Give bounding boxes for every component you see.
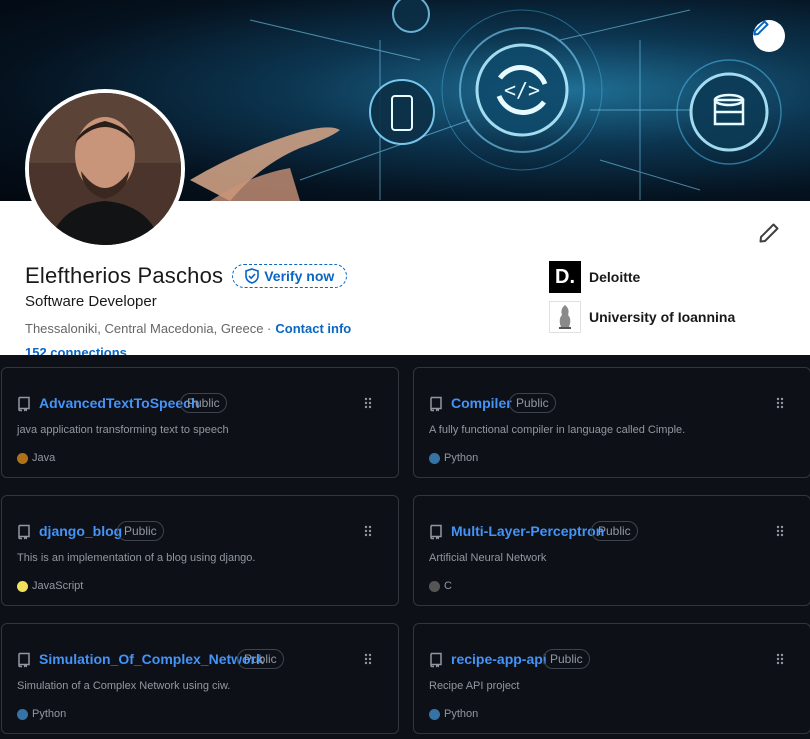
repo-description: This is an implementation of a blog usin…	[17, 552, 256, 564]
profile-headline: Software Developer	[25, 293, 157, 310]
repo-name-link[interactable]: Compiler	[451, 395, 512, 411]
location-row: Thessaloniki, Central Macedonia, Greece …	[25, 321, 351, 336]
repo-card[interactable]: AdvancedTextToSpeech Public java applica…	[1, 367, 399, 478]
repo-language: C	[429, 580, 452, 592]
deloitte-logo: D.	[549, 261, 581, 293]
language-name: JavaScript	[32, 580, 84, 592]
repo-icon	[18, 652, 30, 668]
repo-card[interactable]: Simulation_Of_Complex_Network Public Sim…	[1, 623, 399, 734]
pencil-icon	[759, 223, 779, 243]
language-name: Java	[32, 452, 56, 464]
verify-now-label: Verify now	[264, 268, 335, 284]
visibility-badge: Public	[543, 649, 590, 669]
linkedin-profile-card: </> Eleftherios Paschos Verify now Softw…	[0, 0, 810, 355]
language-color-dot	[429, 708, 440, 720]
language-name: Python	[444, 708, 479, 720]
profile-location: Thessaloniki, Central Macedonia, Greece …	[25, 321, 272, 336]
language-name: Python	[444, 452, 479, 464]
connections-link[interactable]: 152 connections	[25, 345, 127, 355]
repo-icon	[430, 652, 442, 668]
visibility-badge: Public	[180, 393, 227, 413]
repo-card[interactable]: django_blog Public This is an implementa…	[1, 495, 399, 606]
repo-name-link[interactable]: Multi-Layer-Perceptron	[451, 523, 604, 539]
repo-name-link[interactable]: Simulation_Of_Complex_Network	[39, 651, 264, 667]
language-color-dot	[429, 580, 440, 592]
visibility-badge: Public	[117, 521, 164, 541]
school-name: University of Ioannina	[589, 309, 736, 325]
avatar-photo	[29, 93, 181, 245]
repo-icon	[18, 524, 30, 540]
repo-language: Python	[17, 708, 66, 720]
drag-handle-icon[interactable]	[776, 397, 784, 409]
language-name: C	[444, 580, 452, 592]
repo-description: Artificial Neural Network	[429, 552, 547, 564]
repo-name-link[interactable]: django_blog	[39, 523, 122, 539]
repo-description: Recipe API project	[429, 680, 520, 692]
drag-handle-icon[interactable]	[364, 525, 372, 537]
repo-description: A fully functional compiler in language …	[429, 424, 686, 436]
repo-language: Python	[429, 452, 478, 464]
shield-check-icon	[245, 268, 260, 284]
visibility-badge: Public	[237, 649, 284, 669]
name-row: Eleftherios Paschos Verify now	[25, 263, 348, 289]
verify-now-button[interactable]: Verify now	[232, 264, 348, 288]
language-name: Python	[32, 708, 67, 720]
experience-item-deloitte[interactable]: D. Deloitte	[549, 261, 640, 293]
repo-card[interactable]: Compiler Public A fully functional compi…	[413, 367, 810, 478]
pencil-icon	[753, 20, 769, 36]
drag-handle-icon[interactable]	[364, 653, 372, 665]
repo-language: Python	[429, 708, 478, 720]
drag-handle-icon[interactable]	[776, 653, 784, 665]
repo-description: java application transforming text to sp…	[17, 424, 229, 436]
pinned-repositories: AdvancedTextToSpeech Public java applica…	[0, 361, 810, 739]
repo-name-link[interactable]: recipe-app-api	[451, 651, 547, 667]
repo-icon	[18, 396, 30, 412]
drag-handle-icon[interactable]	[776, 525, 784, 537]
profile-avatar[interactable]	[25, 89, 185, 249]
drag-handle-icon[interactable]	[364, 397, 372, 409]
contact-info-link[interactable]: Contact info	[275, 321, 351, 336]
repo-card[interactable]: Multi-Layer-Perceptron Public Artificial…	[413, 495, 810, 606]
language-color-dot	[17, 580, 28, 592]
svg-text:</>: </>	[504, 78, 540, 102]
profile-name: Eleftherios Paschos	[25, 263, 224, 288]
repo-name-link[interactable]: AdvancedTextToSpeech	[39, 395, 200, 411]
repo-language: JavaScript	[17, 580, 83, 592]
visibility-badge: Public	[509, 393, 556, 413]
language-color-dot	[17, 452, 28, 464]
repo-language: Java	[17, 452, 55, 464]
language-color-dot	[17, 708, 28, 720]
edit-banner-button[interactable]	[753, 20, 785, 52]
repo-icon	[430, 524, 442, 540]
language-color-dot	[429, 452, 440, 464]
university-logo	[549, 301, 581, 333]
visibility-badge: Public	[591, 521, 638, 541]
company-name: Deloitte	[589, 269, 641, 285]
education-item-university[interactable]: University of Ioannina	[549, 301, 735, 333]
university-emblem-icon	[559, 305, 571, 329]
edit-profile-button[interactable]	[754, 218, 784, 248]
repo-icon	[430, 396, 442, 412]
repo-description: Simulation of a Complex Network using ci…	[17, 680, 231, 692]
deloitte-logo-text: D.	[555, 265, 575, 288]
repo-card[interactable]: recipe-app-api Public Recipe API project…	[413, 623, 810, 734]
